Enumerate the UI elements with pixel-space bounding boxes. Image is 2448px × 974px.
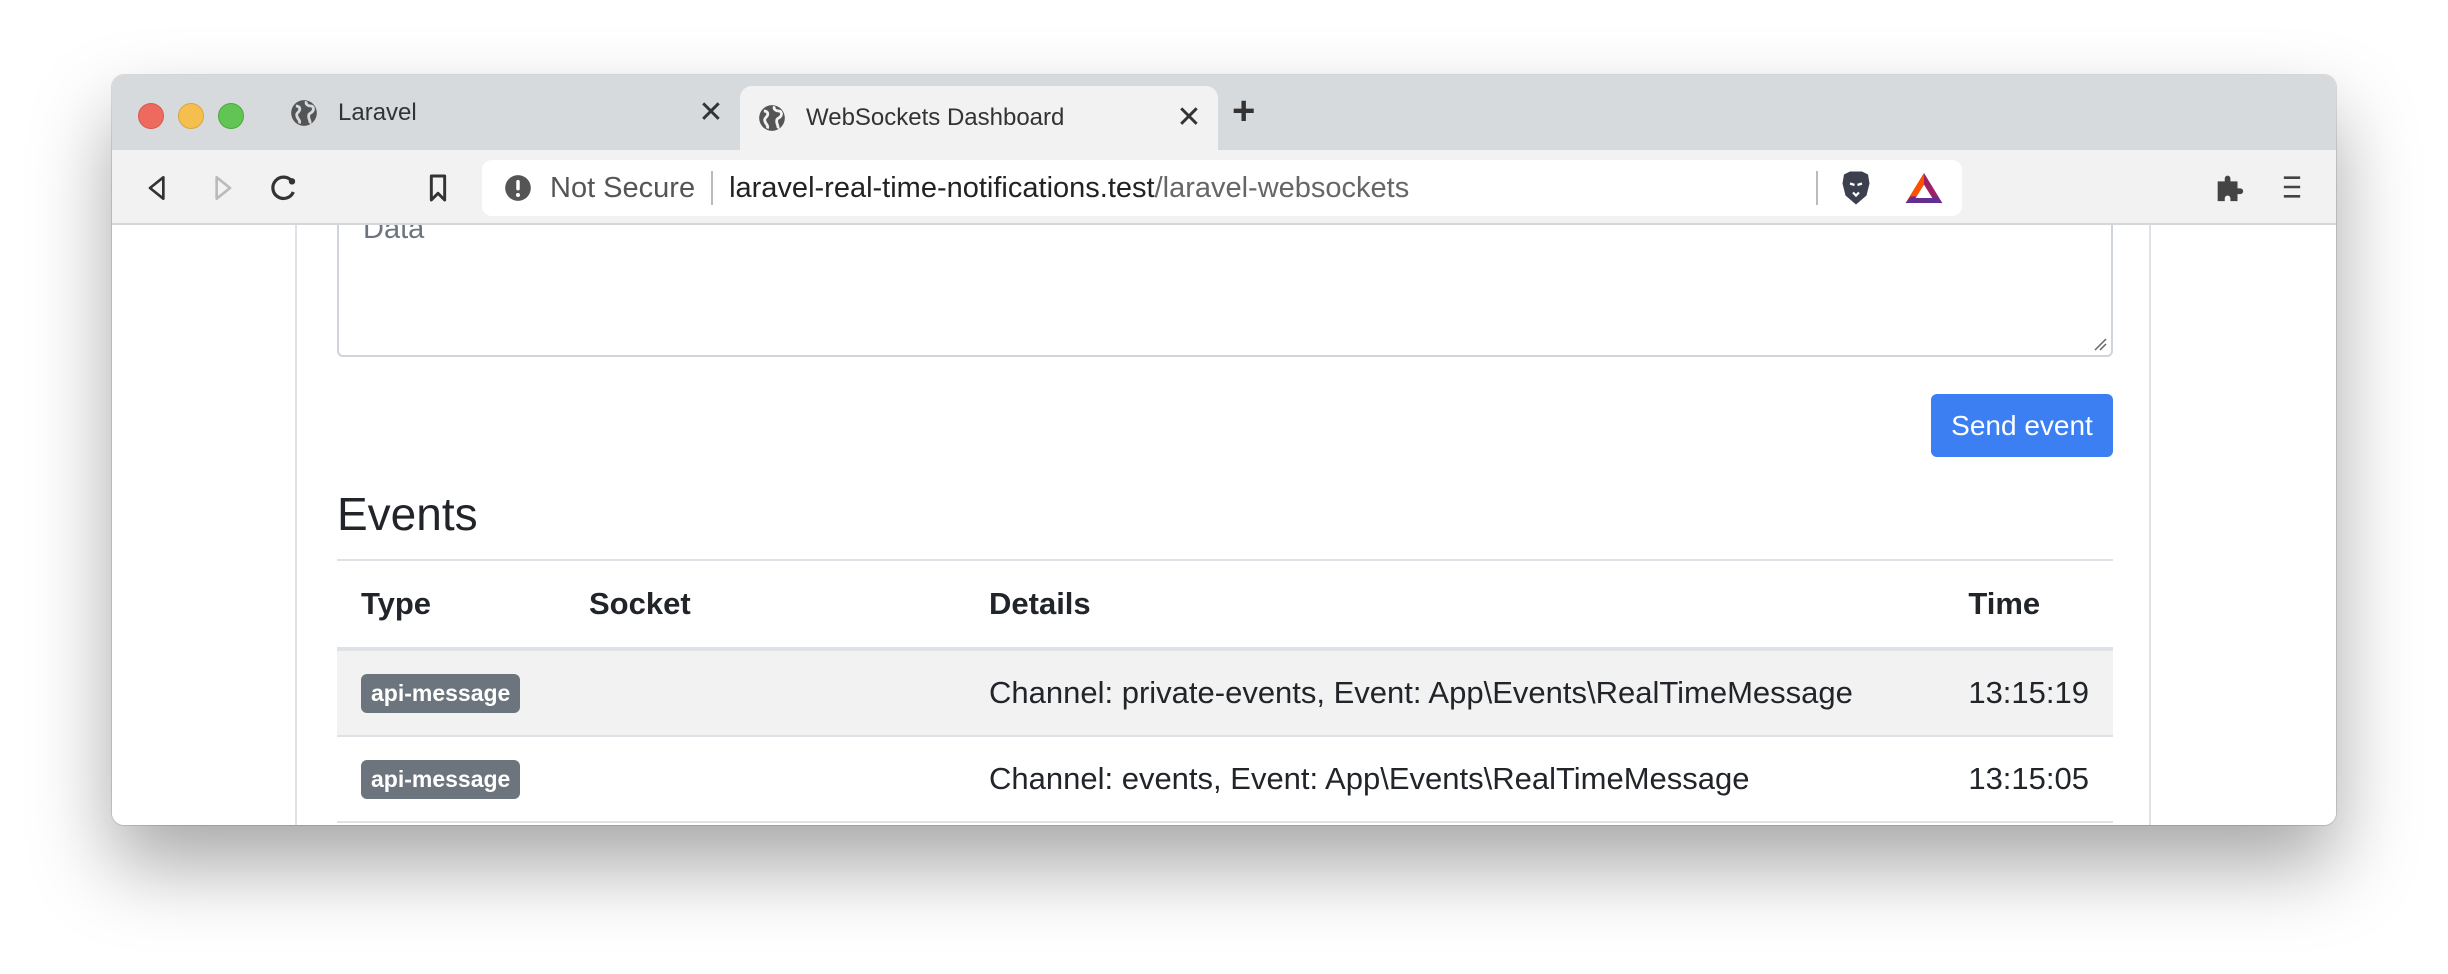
socket-cell bbox=[565, 736, 965, 823]
table-row: api-message Channel: private-events, Eve… bbox=[337, 649, 2113, 737]
resize-handle-icon[interactable] bbox=[2091, 335, 2107, 351]
page-content: Data Send event Events Type Socket Detai… bbox=[112, 225, 2336, 825]
back-icon[interactable] bbox=[142, 172, 174, 204]
separator bbox=[1816, 171, 1818, 205]
plus-icon: + bbox=[1232, 89, 1256, 133]
warning-icon[interactable] bbox=[504, 174, 532, 202]
tab-strip: Laravel ✕ WebSockets Dashboard ✕ + bbox=[112, 75, 2336, 150]
table-header-row: Type Socket Details Time bbox=[337, 561, 2113, 651]
url-path: /laravel-websockets bbox=[1154, 171, 1410, 204]
brave-shields-icon[interactable] bbox=[1838, 168, 1874, 208]
minimize-window-button[interactable] bbox=[178, 103, 204, 129]
close-tab-icon[interactable]: ✕ bbox=[696, 97, 726, 128]
column-header-socket: Socket bbox=[565, 561, 965, 651]
globe-icon bbox=[759, 105, 785, 131]
send-event-button[interactable]: Send event bbox=[1931, 394, 2113, 457]
tab-laravel[interactable]: Laravel ✕ bbox=[272, 75, 740, 150]
events-heading: Events bbox=[337, 488, 478, 540]
column-header-type: Type bbox=[337, 561, 565, 651]
type-cell: api-message bbox=[337, 736, 565, 823]
events-table: Type Socket Details Time api-message Cha… bbox=[337, 561, 2113, 823]
globe-icon bbox=[291, 99, 317, 126]
brave-rewards-icon[interactable] bbox=[1904, 171, 1944, 205]
table-row: api-message Channel: events, Event: App\… bbox=[337, 736, 2113, 823]
close-tab-icon[interactable]: ✕ bbox=[1174, 103, 1204, 133]
dashboard-container: Data Send event Events Type Socket Detai… bbox=[295, 225, 2151, 825]
security-label[interactable]: Not Secure bbox=[550, 172, 695, 205]
browser-window: Laravel ✕ WebSockets Dashboard ✕ + Not S… bbox=[112, 75, 2336, 825]
forward-icon[interactable] bbox=[206, 172, 238, 204]
reload-icon[interactable] bbox=[268, 172, 300, 204]
details-cell: Channel: private-events, Event: App\Even… bbox=[965, 649, 1945, 737]
browser-toolbar: Not Secure laravel-real-time-notificatio… bbox=[112, 150, 2336, 225]
column-header-details: Details bbox=[965, 561, 1945, 651]
separator bbox=[711, 171, 714, 205]
tab-title: WebSockets Dashboard bbox=[806, 104, 1065, 131]
time-cell: 13:15:19 bbox=[1944, 649, 2113, 737]
type-badge: api-message bbox=[361, 674, 521, 713]
zoom-window-button[interactable] bbox=[218, 103, 244, 129]
type-badge: api-message bbox=[361, 760, 521, 799]
socket-cell bbox=[565, 649, 965, 737]
new-tab-button[interactable]: + bbox=[1232, 91, 1255, 131]
extensions-icon[interactable] bbox=[2212, 170, 2246, 204]
tab-title: Laravel bbox=[338, 98, 417, 126]
tab-websockets-dashboard[interactable]: WebSockets Dashboard ✕ bbox=[740, 86, 1218, 150]
menu-icon[interactable] bbox=[2278, 172, 2306, 202]
time-cell: 13:15:05 bbox=[1944, 736, 2113, 823]
type-cell: api-message bbox=[337, 649, 565, 737]
close-window-button[interactable] bbox=[138, 103, 164, 129]
bookmark-icon[interactable] bbox=[422, 172, 454, 204]
column-header-time: Time bbox=[1944, 561, 2113, 651]
url-host: laravel-real-time-notifications.test bbox=[729, 171, 1155, 204]
address-bar[interactable]: Not Secure laravel-real-time-notificatio… bbox=[482, 160, 1962, 216]
url-text[interactable]: laravel-real-time-notifications.test/lar… bbox=[729, 172, 1816, 205]
details-cell: Channel: events, Event: App\Events\RealT… bbox=[965, 736, 1945, 823]
data-placeholder: Data bbox=[363, 225, 425, 245]
data-textarea[interactable]: Data bbox=[337, 225, 2113, 357]
